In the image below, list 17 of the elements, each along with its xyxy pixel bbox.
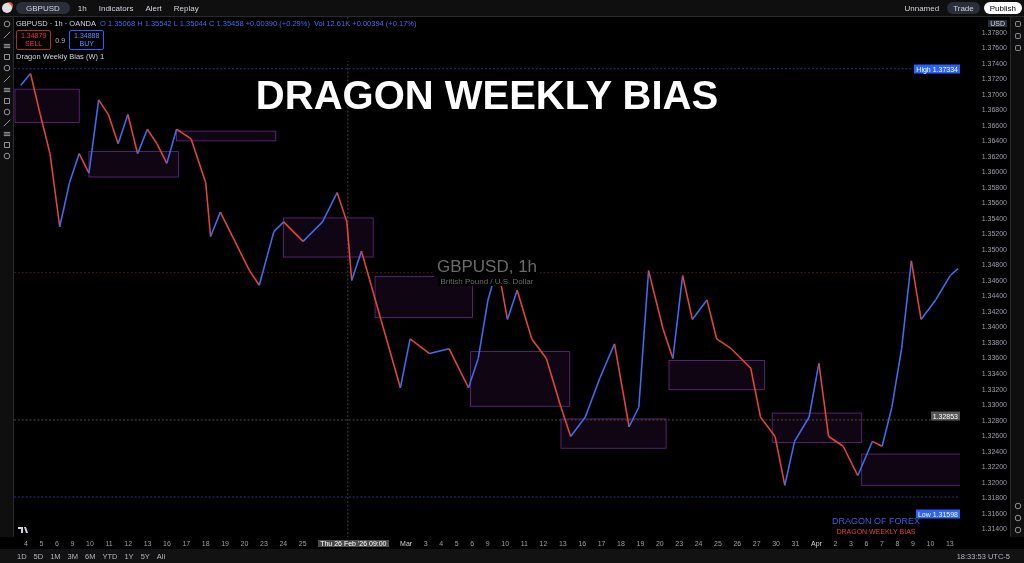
watermark-description: British Pound / U.S. Dollar: [437, 277, 537, 286]
trade-button[interactable]: Trade: [947, 2, 980, 14]
headline: DRAGON WEEKLY BIAS: [255, 73, 719, 118]
horizontal-lines-icon[interactable]: [2, 42, 11, 50]
watermark-symbol: GBPUSD, 1h: [433, 257, 541, 277]
layout-button[interactable]: Unnamed: [900, 2, 944, 14]
bias-zone: [14, 88, 80, 123]
toolbar-button[interactable]: Indicators: [94, 2, 138, 14]
symbol-search[interactable]: GBPUSD: [16, 2, 70, 14]
toolbar-button[interactable]: Replay: [169, 2, 203, 14]
toolbar-button[interactable]: Alert: [141, 2, 166, 14]
tradingview-logo-icon: [18, 527, 30, 533]
interval-button[interactable]: 1h: [73, 2, 91, 14]
brand-name: DRAGON OF FOREX: [832, 516, 920, 526]
app-logo-icon[interactable]: [2, 3, 12, 13]
trend-line-icon[interactable]: [2, 31, 11, 39]
publish-button[interactable]: Publish: [983, 2, 1022, 14]
